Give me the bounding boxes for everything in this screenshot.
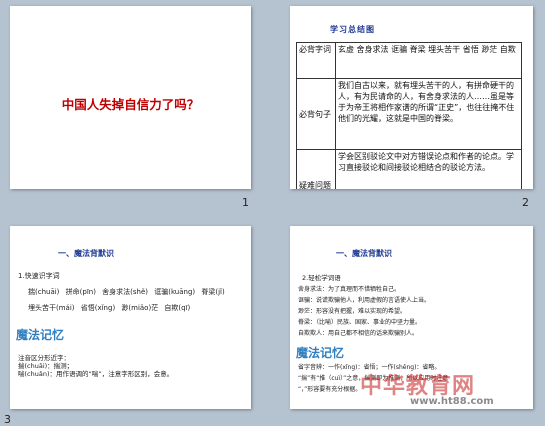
memory-line: 喘(chuǎn)：用作语调的“喘”，注意字形区别，会意。 [18, 370, 174, 378]
definition-line: 脊梁：（比喻）民族、国家、事业的中坚力量。 [298, 319, 422, 326]
slide-heading: 学习总结图 [330, 25, 375, 34]
slide-thumbnail-3[interactable]: 一、魔法背默识 1.快速识字词 揣(chuāi) 拼命(pīn) 舍身求法(sh… [10, 226, 251, 409]
slide-number-2: 2 [522, 196, 529, 209]
word-list: 揣(chuāi) 拼命(pīn) 舍身求法(shě) 诓骗(kuāng) 脊梁(… [28, 288, 225, 296]
row-key: 疑难问题 [296, 149, 336, 189]
slide-thumbnail-2[interactable]: 学习总结图 必背字词 玄虚 舍身求法 诓骗 脊梁 埋头苦干 省悟 渺茫 自欺 必… [290, 6, 533, 189]
summary-table: 必背字词 玄虚 舍身求法 诓骗 脊梁 埋头苦干 省悟 渺茫 自欺 必背句子 我们… [296, 42, 522, 189]
magic-memory-heading: 魔法记忆 [296, 346, 345, 360]
slide-number-3: 3 [4, 413, 11, 426]
row-key: 必背字词 [296, 42, 336, 79]
watermark-url: www.ht88.com [410, 396, 494, 407]
row-value: 我们自古以来，就有埋头苦干的人，有拼命硬干的人，有为民请命的人，有舍身求法的人…… [335, 78, 522, 150]
row-value: 学会区别驳论文中对方错误论点和作者的论点。学习直接驳论和间接驳论相结合的驳论方法… [335, 149, 522, 189]
row-key: 必背句子 [296, 78, 336, 150]
definition-line: 舍身求法：为了真理而不惜牺牲自己。 [298, 286, 401, 293]
definition-line: 诓骗：说谎欺骗他人，利用虚假的言语使人上当。 [298, 297, 431, 304]
table-row: 必背字词 玄虚 舍身求法 诓骗 脊梁 埋头苦干 省悟 渺茫 自欺 [296, 42, 522, 79]
section-label: 1.快速识字词 [18, 272, 60, 280]
row-value: 玄虚 舍身求法 诓骗 脊梁 埋头苦干 省悟 渺茫 自欺 [335, 42, 522, 79]
word-list: 埋头苦干(mái) 省悟(xǐng) 渺(miǎo)茫 自欺(qī) [28, 304, 191, 312]
slide-heading: 一、魔法背默识 [58, 249, 114, 258]
slide-sorter-pane: 中国人失掉自信力了吗？ 1 学习总结图 必背字词 玄虚 舍身求法 诓骗 脊梁 埋… [0, 0, 545, 426]
table-row: 疑难问题 学会区别驳论文中对方错误论点和作者的论点。学习直接驳论和间接驳论相结合… [296, 149, 522, 189]
slide-heading: 一、魔法背默识 [336, 249, 392, 258]
section-label: 2.轻松学词语 [302, 274, 341, 282]
slide-number-1: 1 [242, 196, 249, 209]
definition-line: 渺茫：形容没有把握，难以实现的希望。 [298, 308, 407, 315]
slide-thumbnail-1[interactable]: 中国人失掉自信力了吗？ [10, 6, 251, 189]
slide-title: 中国人失掉自信力了吗？ [61, 97, 200, 112]
magic-memory-heading: 魔法记忆 [16, 328, 65, 342]
definition-line: 自欺欺人：用自己都不相信的话来欺骗别人。 [298, 330, 419, 337]
memory-line: “，”形容要有充分根据。 [298, 386, 362, 393]
table-row: 必背句子 我们自古以来，就有埋头苦干的人，有拼命硬干的人，有为民请命的人，有舍身… [296, 78, 522, 150]
